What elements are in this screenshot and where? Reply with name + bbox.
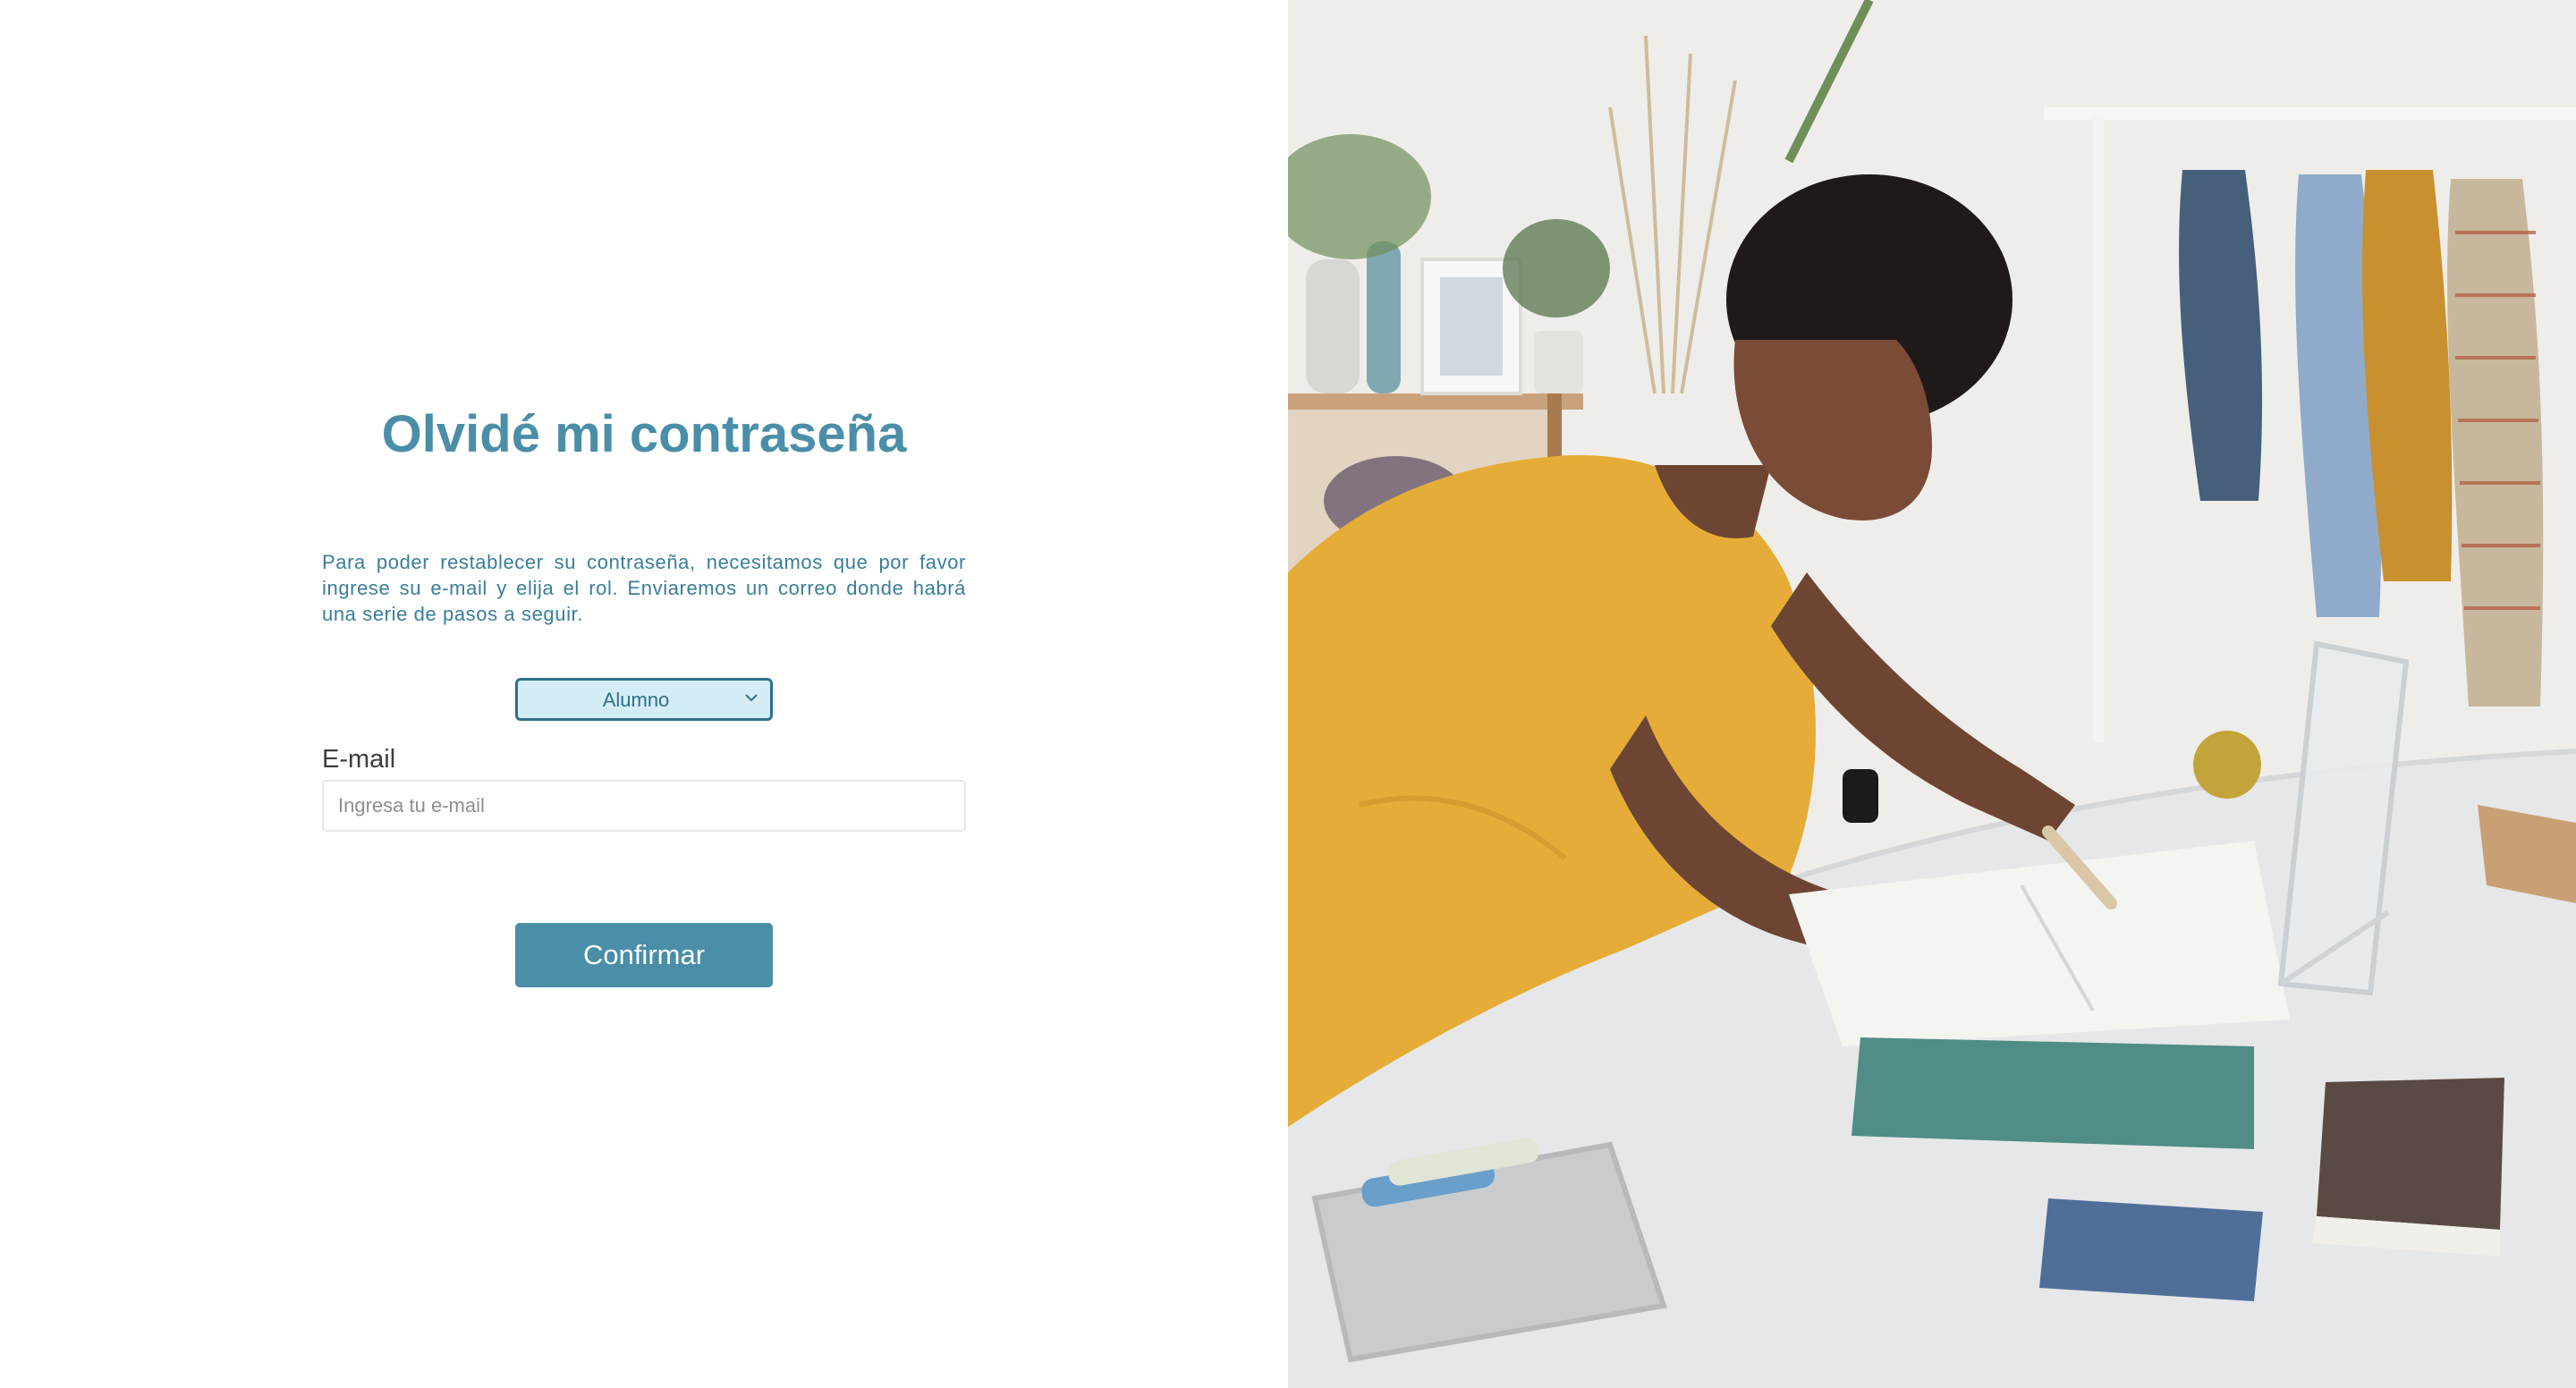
email-field[interactable]	[322, 780, 966, 832]
forgot-password-form: Olvidé mi contraseña Para poder restable…	[322, 394, 966, 987]
student-studying-photo	[1288, 0, 2576, 1388]
hero-photo	[1288, 0, 2576, 1388]
role-select[interactable]: Alumno	[515, 678, 773, 721]
forgot-password-page: Olvidé mi contraseña Para poder restable…	[0, 0, 2576, 1388]
page-title: Olvidé mi contraseña	[381, 405, 907, 463]
instructions-text: Para poder restablecer su contraseña, ne…	[322, 551, 966, 625]
email-label: E-mail	[322, 745, 396, 774]
confirm-button[interactable]: Confirmar	[515, 923, 773, 987]
form-panel: Olvidé mi contraseña Para poder restable…	[0, 0, 1288, 1388]
role-select-container: Alumno	[515, 678, 773, 721]
